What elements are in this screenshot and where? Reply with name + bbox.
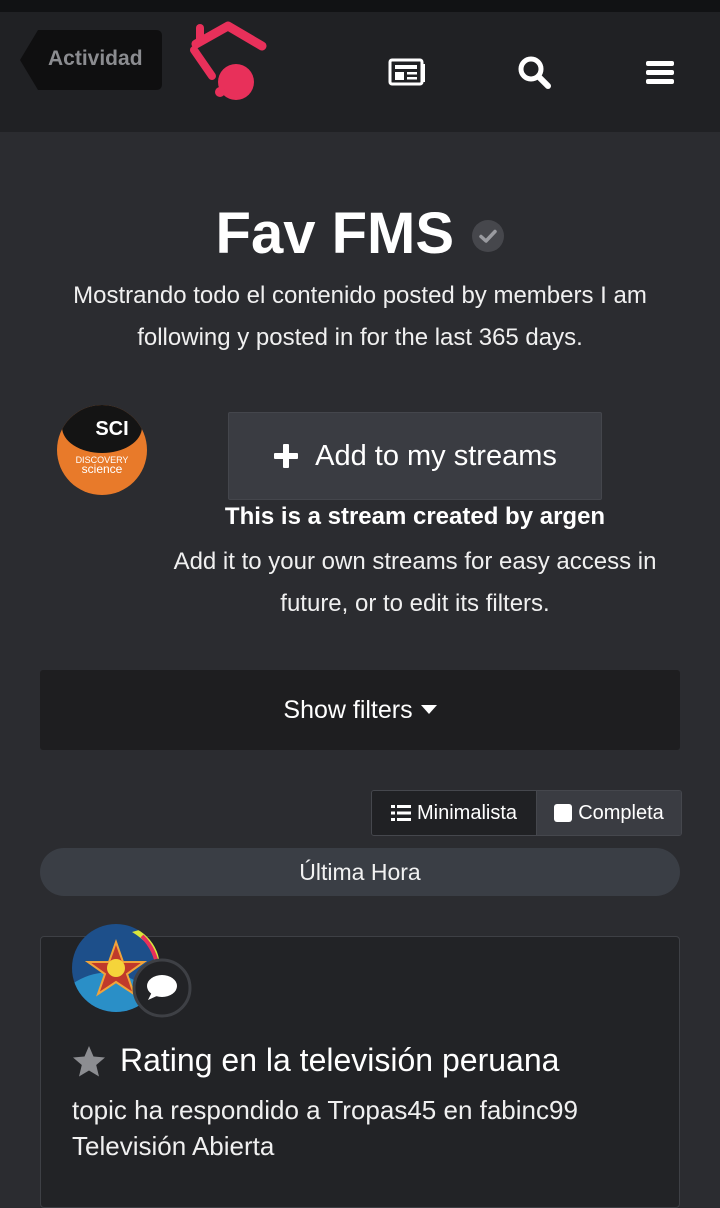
back-button-label: Actividad [48,47,143,70]
checkmark-icon [472,219,505,252]
add-to-streams-button[interactable]: Add to my streams [228,412,602,500]
view-compact-label: Minimalista [416,801,518,824]
show-filters-label: Show filters [283,695,413,724]
item-title-row[interactable]: Rating en la televisión peruana [72,1042,672,1079]
view-mode-toggle: Minimalista Completa [371,790,682,836]
add-to-streams-label: Add to my streams [315,439,557,472]
section-label: Última Hora [299,858,421,885]
list-icon [390,805,411,821]
view-full-label: Completa [578,801,664,824]
star-icon[interactable] [72,1044,106,1078]
view-full-button[interactable]: Completa [537,791,681,835]
section-divider: Última Hora [40,848,680,896]
stream-help-text: Add it to your own streams for easy acce… [173,548,657,617]
caret-down-icon [420,705,437,714]
stream-owner-avatar[interactable]: SCI DISCOVERY science [57,405,147,495]
page-title-row: Fav FMS [0,200,720,267]
plus-icon [274,444,299,468]
svg-text:science: science [82,462,123,476]
page-title: Fav FMS [215,201,455,266]
stream-description: Mostrando todo el contenido posted by me… [73,282,647,351]
item-title[interactable]: Rating en la televisión peruana [120,1042,559,1079]
site-logo[interactable] [188,20,268,106]
back-to-activity-button[interactable]: Actividad [20,30,162,90]
square-icon [554,804,573,822]
status-strip [0,0,720,12]
stream-creator-note: This is a stream created by argen [224,503,606,530]
svg-text:SCI: SCI [95,418,128,440]
view-compact-button[interactable]: Minimalista [372,791,537,835]
hamburger-menu-icon[interactable] [640,52,680,92]
item-meta: topic ha respondido a Tropas45 en fabinc… [72,1095,578,1161]
search-icon[interactable] [514,52,554,92]
show-filters-button[interactable]: Show filters [40,670,680,750]
comment-icon [132,958,192,1018]
news-icon[interactable] [387,52,427,92]
